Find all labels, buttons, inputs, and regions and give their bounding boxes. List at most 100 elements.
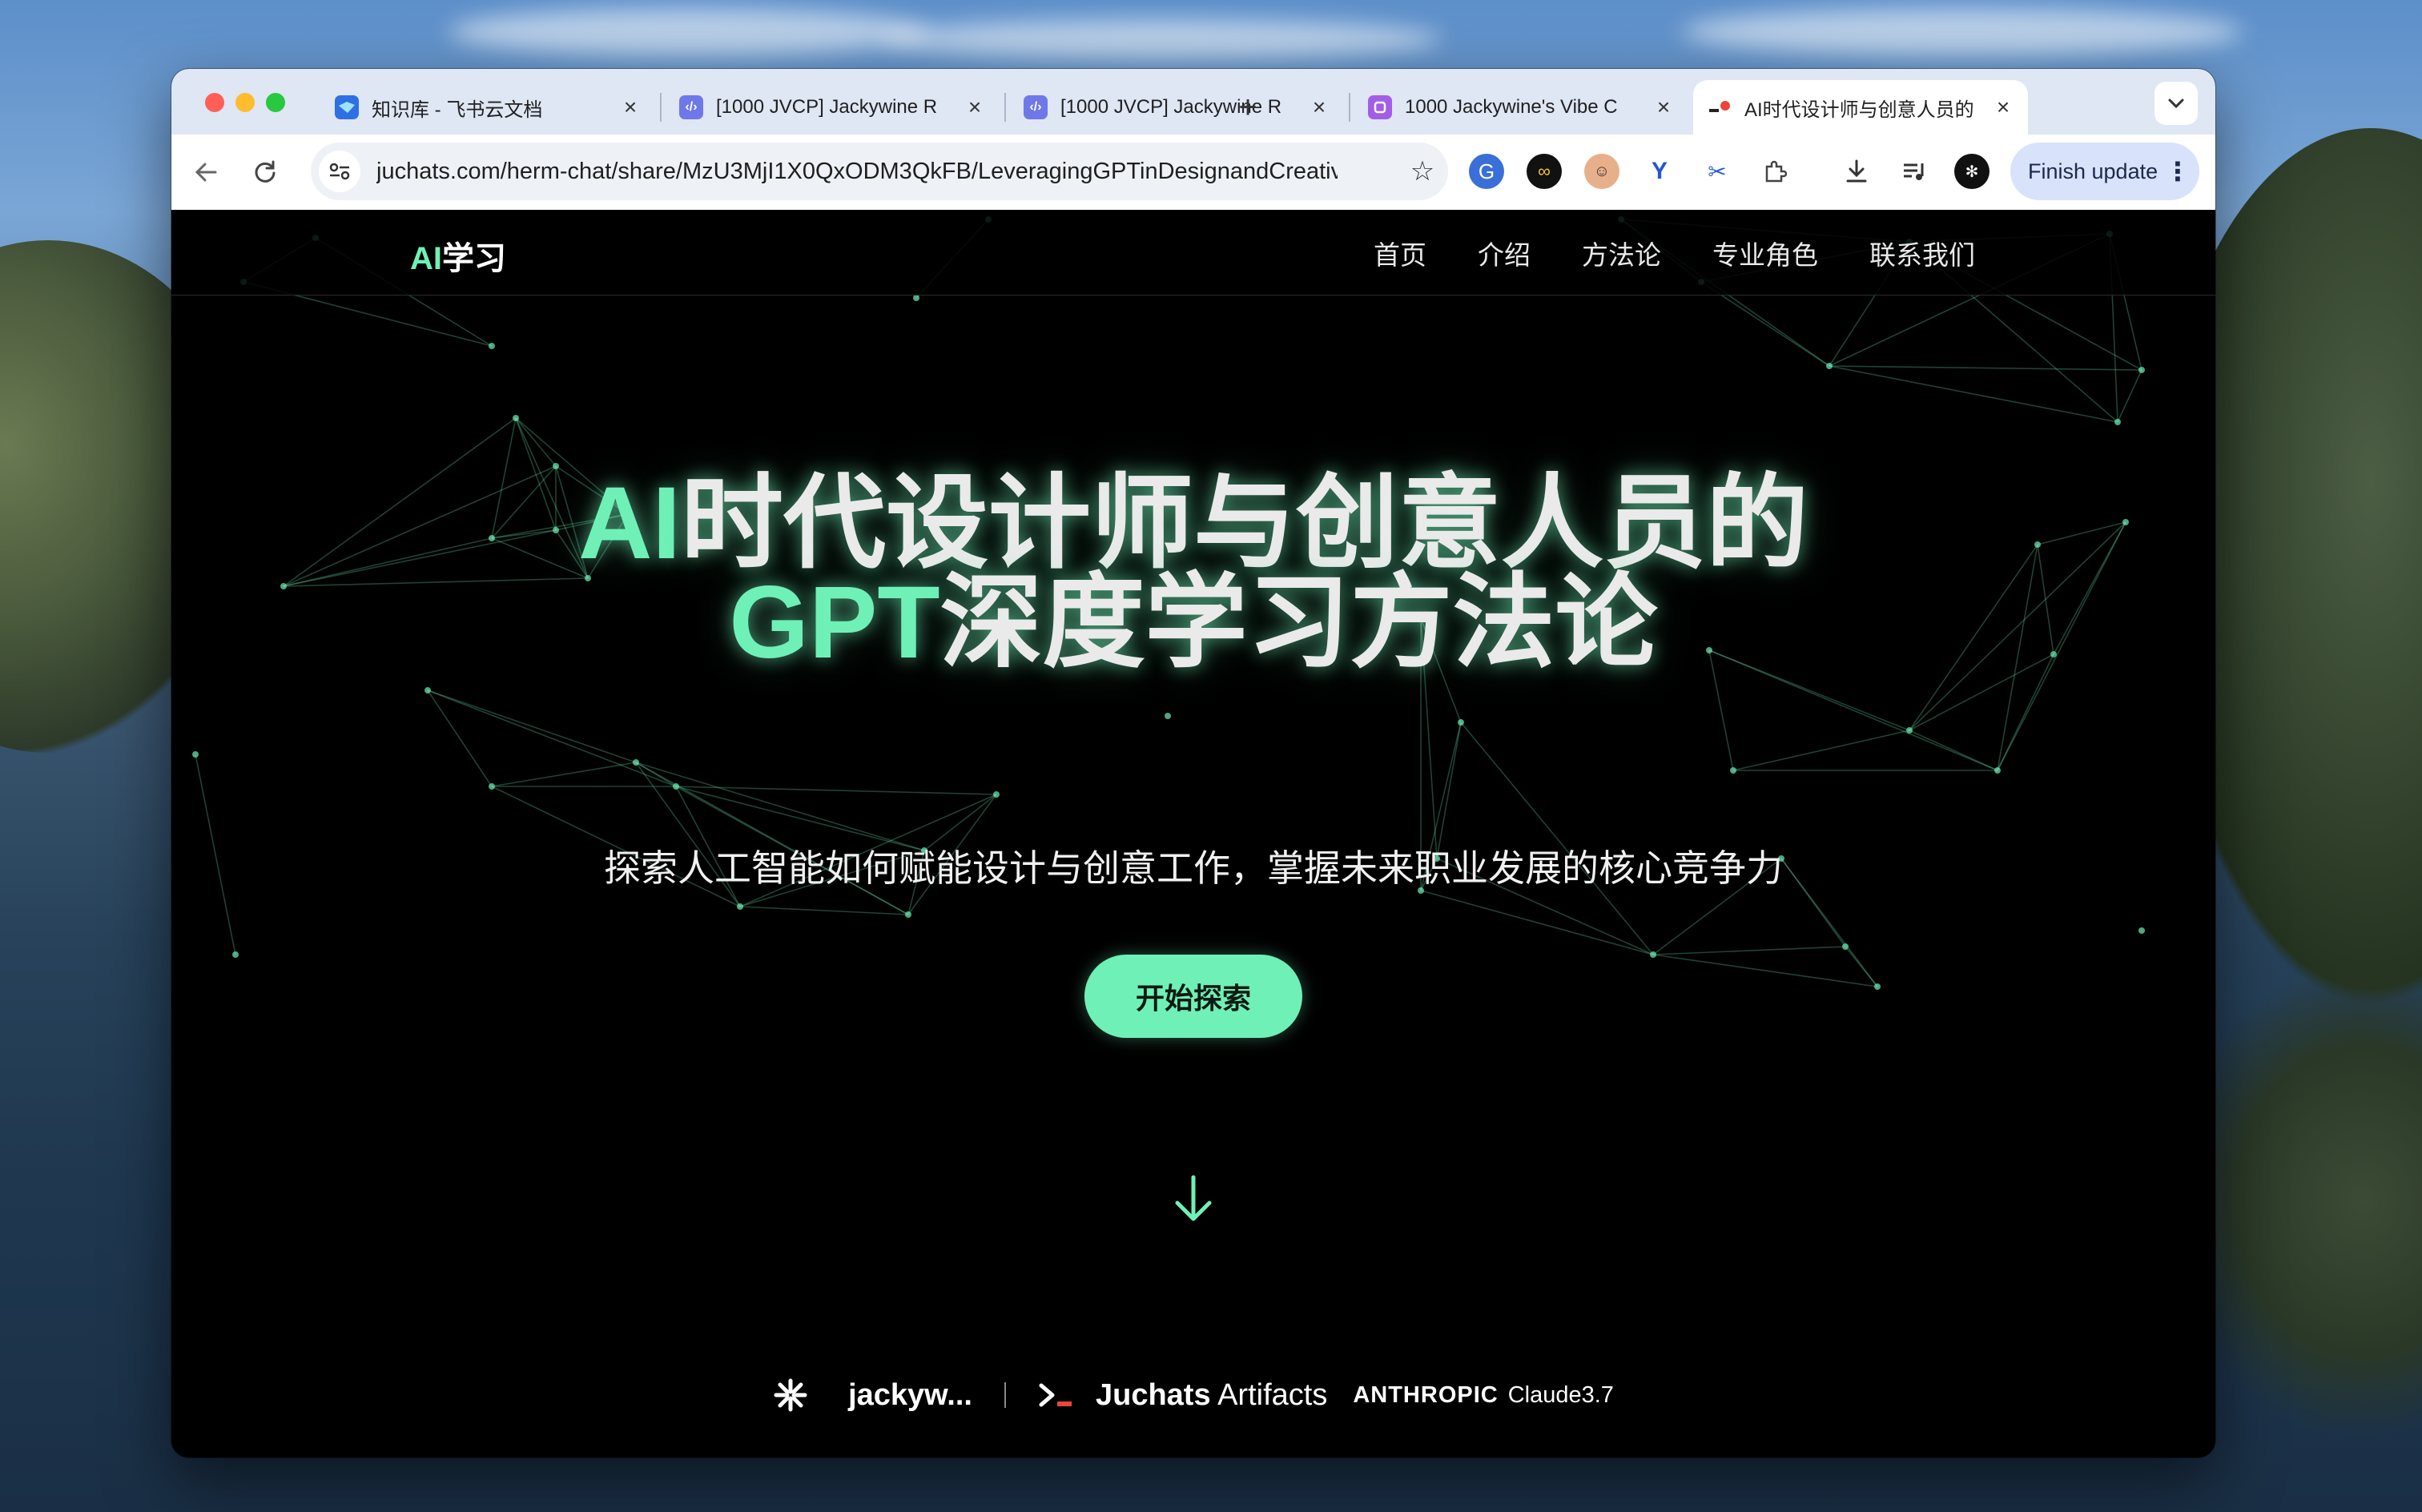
reload-button[interactable] (245, 152, 285, 192)
page-footer-credits: jackyw... Juchats Artifacts ANTHROPIC Cl… (171, 1363, 2215, 1427)
start-explore-button[interactable]: 开始探索 (1084, 955, 1302, 1038)
network-link (1652, 954, 1878, 987)
tab-title: 知识库 - 飞书云文档 (372, 99, 543, 121)
network-node (1165, 713, 1171, 719)
logo-text: 学习 (442, 241, 506, 276)
close-tab-icon[interactable]: × (1650, 94, 1677, 121)
tab-search-button[interactable] (2154, 82, 2198, 125)
footer-divider (1004, 1382, 1006, 1408)
network-link (1845, 946, 1878, 987)
address-bar[interactable]: juchats.com/herm-chat/share/MzU3MjI1X0Qx… (311, 143, 1448, 200)
avatar-extension-icon[interactable]: ☺ (1584, 154, 1619, 189)
scissors-extension-icon[interactable]: ✂ (1700, 154, 1735, 189)
zoom-window-button[interactable] (266, 93, 285, 112)
network-node (993, 791, 1000, 798)
tab-active-ai-learning[interactable]: AI时代设计师与创意人员的 × (1693, 80, 2028, 135)
network-node (633, 759, 639, 766)
tab-vibe[interactable]: 1000 Jackywine's Vibe C × (1354, 80, 1688, 135)
tab-feishu[interactable]: 知识库 - 飞书云文档 × (320, 80, 655, 135)
nav-link-home[interactable]: 首页 (1374, 234, 1426, 272)
code-icon: ‹/› (1024, 95, 1048, 119)
finish-update-label: Finish update (2028, 159, 2158, 183)
feishu-icon (335, 95, 359, 119)
close-window-button[interactable] (205, 93, 224, 112)
infinity-extension-icon[interactable]: ∞ (1527, 154, 1562, 189)
url-text[interactable]: juchats.com/herm-chat/share/MzU3MjI1X0Qx… (376, 143, 1338, 200)
network-node (2138, 927, 2145, 934)
asterisk-logo-icon (774, 1378, 807, 1412)
nav-link-intro[interactable]: 介绍 (1478, 234, 1531, 272)
network-node (913, 295, 919, 301)
network-link (427, 690, 637, 763)
network-link (635, 762, 925, 851)
new-tab-button[interactable]: + (1229, 88, 1267, 127)
scroll-down-arrow-icon[interactable] (1169, 1171, 1217, 1227)
minimize-window-button[interactable] (235, 93, 255, 112)
network-node (424, 687, 431, 694)
profile-avatar-icon[interactable]: ✻ (1954, 154, 1990, 189)
juchats-artifacts-label: Juchats Artifacts (1096, 1378, 1327, 1413)
tab-divider (1004, 93, 1006, 122)
hero-subtitle: 探索人工智能如何赋能设计与创意工作，掌握未来职业发展的核心竞争力 (604, 847, 1783, 889)
author-name[interactable]: jackyw... (848, 1378, 972, 1413)
anthropic-label: ANTHROPIC (1353, 1381, 1499, 1408)
nav-link-roles[interactable]: 专业角色 (1712, 234, 1818, 272)
juchats-brand: Juchats (1095, 1377, 1211, 1412)
terminal-prompt-icon (1039, 1383, 1072, 1407)
site-nav-links: 首页 介绍 方法论 专业角色 联系我们 (1374, 234, 1975, 272)
reload-icon (255, 160, 276, 183)
back-button[interactable] (186, 152, 226, 192)
network-node (489, 343, 495, 349)
network-node (1826, 363, 1833, 369)
site-settings-icon[interactable] (319, 151, 360, 192)
nav-link-methodology[interactable]: 方法论 (1582, 234, 1661, 272)
network-node (1994, 767, 2001, 774)
network-node (192, 751, 199, 758)
network-link (1652, 946, 1846, 955)
finish-update-button[interactable]: Finish update ⋮ (2010, 143, 2199, 200)
tab-jvcp-1[interactable]: ‹/› [1000 JVCP] Jackywine R × (665, 80, 1000, 135)
puzzle-extensions-icon[interactable] (1757, 154, 1792, 189)
network-link (1829, 365, 2142, 371)
network-link (675, 786, 997, 795)
tab-title: 1000 Jackywine's Vibe C (1405, 96, 1618, 118)
download-icon[interactable] (1839, 154, 1874, 189)
network-node (2114, 419, 2121, 425)
network-link (491, 762, 637, 787)
hero-title-line-1: AI时代设计师与创意人员的 (171, 472, 2215, 575)
close-tab-icon[interactable]: × (1306, 94, 1333, 121)
juchats-icon (1708, 95, 1732, 119)
particle-network-background (192, 216, 2145, 990)
tab-title: AI时代设计师与创意人员的 (1744, 99, 1974, 121)
chevron-down-icon (2168, 99, 2184, 109)
network-node (1842, 943, 1849, 950)
tab-strip: 知识库 - 飞书云文档 × ‹/› [1000 JVCP] Jackywine … (171, 69, 2215, 135)
media-controls-icon[interactable] (1897, 154, 1932, 189)
network-link (1732, 730, 1910, 771)
network-node (673, 783, 679, 790)
network-node (1874, 983, 1881, 990)
hero-title-accent: AI (577, 466, 681, 581)
network-node (2138, 367, 2145, 373)
vector-extension-icon[interactable]: Y (1642, 154, 1677, 189)
close-tab-icon[interactable]: × (1990, 94, 2017, 121)
network-link (2117, 369, 2142, 423)
network-node (1730, 767, 1736, 774)
tab-jvcp-2[interactable]: ‹/› [1000 JVCP] Jackywine R × (1009, 80, 1344, 135)
network-node (905, 911, 911, 918)
close-tab-icon[interactable]: × (961, 94, 988, 121)
logo-accent: AI (410, 241, 442, 276)
artifacts-text: Artifacts (1210, 1377, 1328, 1412)
hero-title-text: 时代设计师与创意人员的 (680, 466, 1808, 581)
network-link (427, 690, 493, 787)
nav-link-contact[interactable]: 联系我们 (1869, 234, 1975, 272)
site-navbar: AI学习 首页 介绍 方法论 专业角色 联系我们 (171, 210, 2215, 296)
network-link (1460, 722, 1654, 955)
chrome-extension-icon[interactable]: G (1469, 154, 1504, 189)
close-tab-icon[interactable]: × (617, 94, 644, 121)
hero-title-text: 深度学习方法论 (939, 565, 1658, 680)
network-link (515, 417, 557, 467)
bookmark-star-icon[interactable]: ☆ (1402, 151, 1443, 192)
more-menu-icon[interactable]: ⋮ (2165, 151, 2191, 192)
site-logo[interactable]: AI学习 (410, 232, 506, 279)
